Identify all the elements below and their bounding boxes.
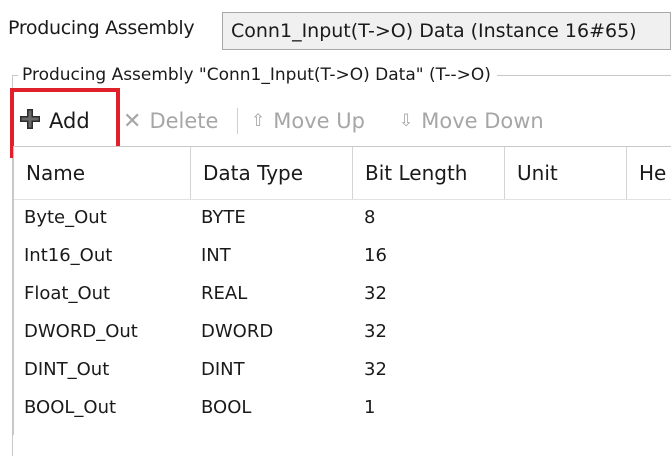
producing-assembly-select[interactable]: Conn1_Input(T->O) Data (Instance 16#65) [222, 12, 671, 50]
table-row[interactable]: Float_Out REAL 32 [14, 275, 671, 313]
producing-assembly-label: Producing Assembly [8, 17, 195, 39]
column-header-bit-length[interactable]: Bit Length [353, 147, 505, 199]
cell-name: DWORD_Out [24, 321, 138, 342]
cell-data-type: REAL [201, 283, 248, 304]
cell-bit-length: 16 [364, 245, 387, 266]
cell-name: Int16_Out [24, 245, 113, 266]
move-down-button-label: Move Down [421, 109, 544, 133]
x-icon: ✕ [123, 108, 142, 134]
cell-name: Float_Out [24, 283, 111, 304]
cell-data-type: BOOL [201, 397, 252, 418]
cell-name: BOOL_Out [24, 397, 117, 418]
column-header-unit[interactable]: Unit [505, 147, 627, 199]
arrow-down-icon: ⇩ [399, 111, 414, 131]
cell-data-type: DWORD [201, 321, 274, 342]
cell-data-type: DINT [201, 359, 245, 380]
delete-button-label: Delete [149, 109, 219, 133]
cell-name: DINT_Out [24, 359, 110, 380]
cell-data-type: INT [201, 245, 231, 266]
cell-name: Byte_Out [24, 207, 107, 228]
column-header-data-type[interactable]: Data Type [191, 147, 353, 199]
arrow-up-icon: ⇧ [251, 111, 266, 131]
data-grid: Name Data Type Bit Length Unit He Byte_O… [13, 146, 671, 435]
cell-bit-length: 1 [364, 397, 376, 418]
cell-bit-length: 32 [364, 359, 387, 380]
column-header-help[interactable]: He [627, 147, 671, 199]
table-row[interactable]: Byte_Out BYTE 8 [14, 199, 671, 237]
move-up-button[interactable]: ⇧ Move Up [251, 98, 365, 144]
table-row[interactable]: DWORD_Out DWORD 32 [14, 313, 671, 351]
table-row[interactable]: Int16_Out INT 16 [14, 237, 671, 275]
cell-bit-length: 8 [364, 207, 376, 228]
group-title: Producing Assembly "Conn1_Input(T->O) Da… [18, 65, 497, 85]
cell-bit-length: 32 [364, 321, 387, 342]
toolbar-separator [237, 108, 238, 134]
grid-header: Name Data Type Bit Length Unit He [14, 147, 671, 200]
cell-data-type: BYTE [201, 207, 246, 228]
delete-button[interactable]: ✕ Delete [123, 98, 218, 144]
column-header-name[interactable]: Name [14, 147, 191, 199]
move-up-button-label: Move Up [273, 109, 365, 133]
table-row[interactable]: BOOL_Out BOOL 1 [14, 389, 671, 427]
cell-bit-length: 32 [364, 283, 387, 304]
table-row[interactable]: DINT_Out DINT 32 [14, 351, 671, 389]
move-down-button[interactable]: ⇩ Move Down [399, 98, 544, 144]
